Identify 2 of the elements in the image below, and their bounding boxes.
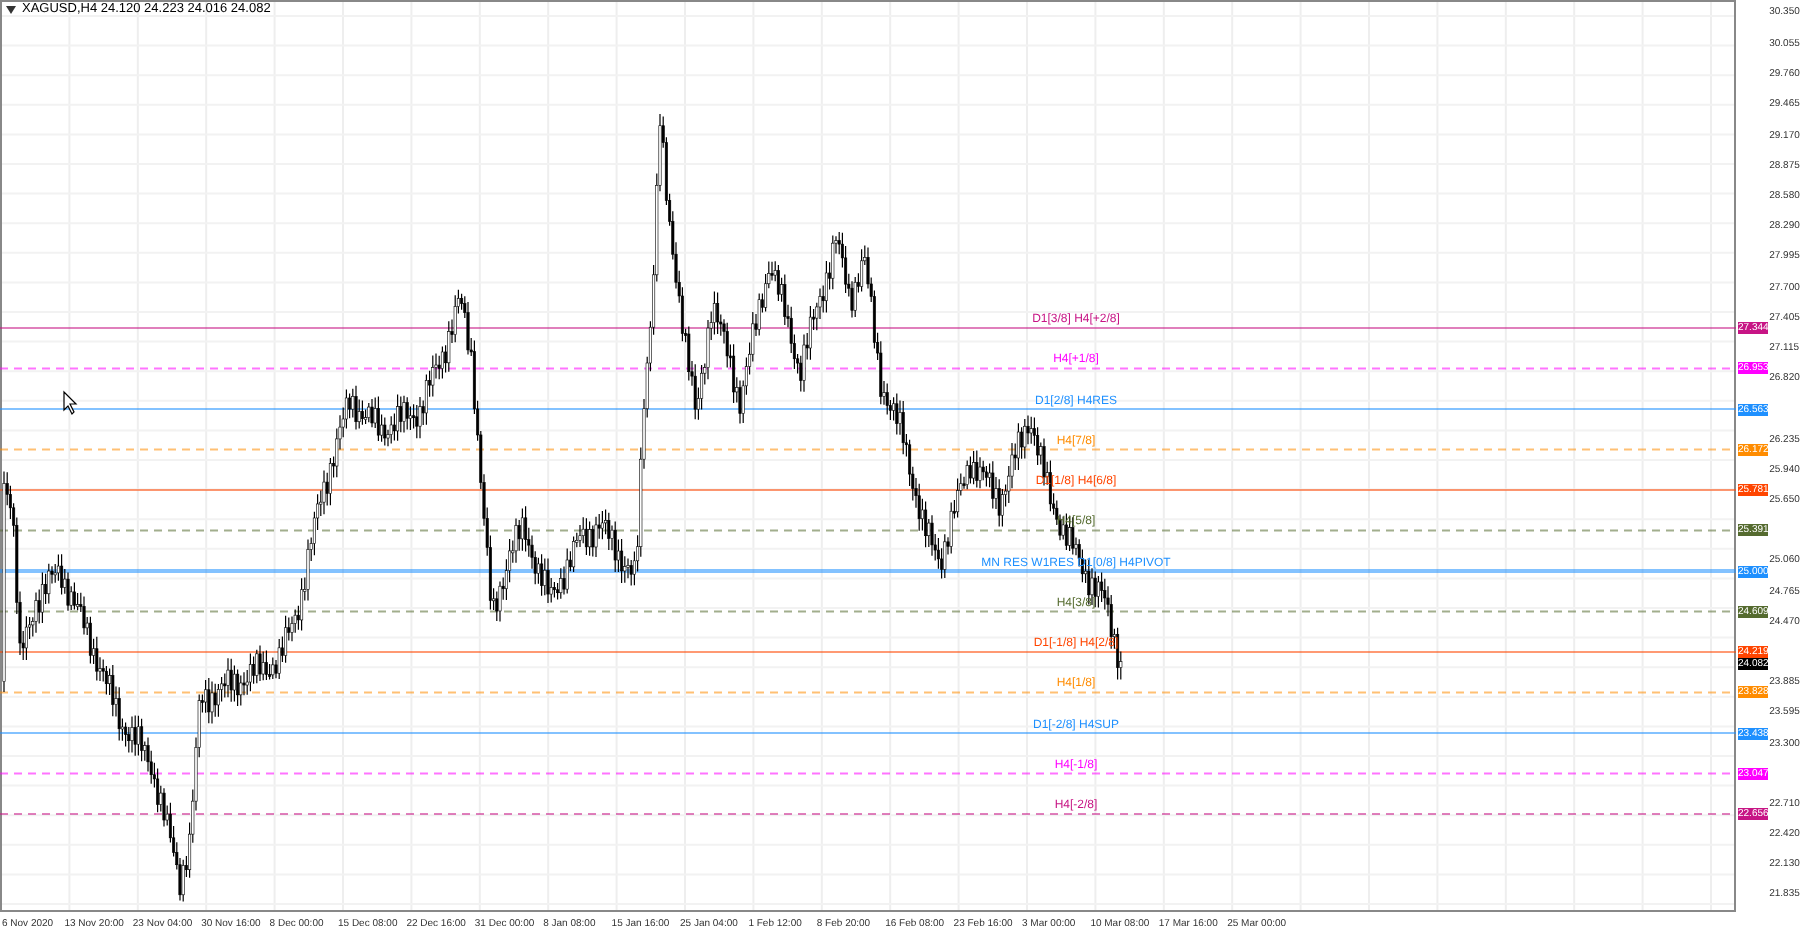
cursor-icon [63,390,78,415]
dropdown-icon[interactable] [6,6,16,14]
